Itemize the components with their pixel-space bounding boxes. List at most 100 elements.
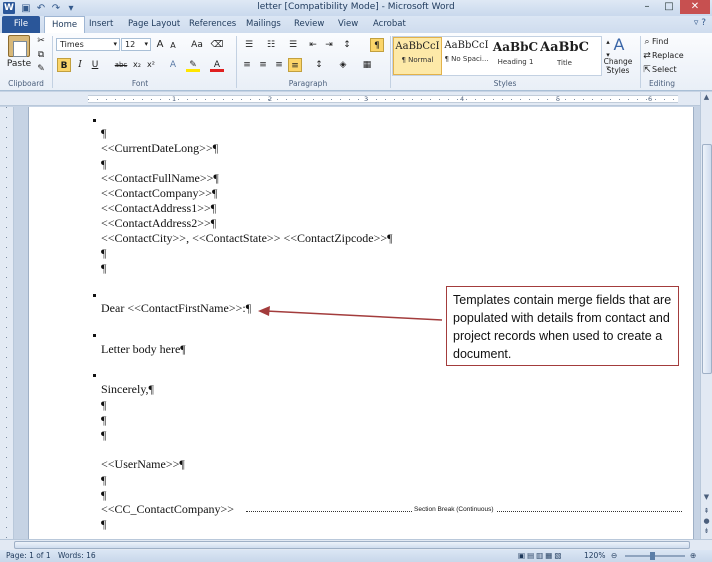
strikethrough-button[interactable]: abc bbox=[113, 58, 129, 72]
tab-insert[interactable]: Insert bbox=[89, 16, 113, 33]
change-styles-glyph-icon[interactable]: A bbox=[604, 36, 634, 54]
numbering-icon[interactable]: ☷ bbox=[262, 38, 280, 52]
zoom-slider[interactable] bbox=[625, 555, 685, 557]
tab-review[interactable]: Review bbox=[294, 16, 324, 33]
maximize-button[interactable]: □ bbox=[658, 0, 680, 14]
vertical-ruler[interactable] bbox=[0, 107, 14, 539]
zoom-slider-handle[interactable] bbox=[650, 552, 655, 560]
tab-acrobat[interactable]: Acrobat bbox=[373, 16, 406, 33]
word-count[interactable]: Words: 16 bbox=[58, 550, 96, 562]
doc-line[interactable]: ¶ bbox=[101, 398, 106, 413]
replace-button[interactable]: Replace bbox=[652, 50, 692, 62]
doc-line[interactable]: ¶ bbox=[101, 413, 106, 428]
style-title[interactable]: AaBbC Title bbox=[540, 37, 589, 75]
scroll-thumb[interactable] bbox=[702, 144, 712, 374]
bold-button[interactable]: B bbox=[57, 58, 71, 72]
merge-field-cc-contact-company[interactable]: <<CC_ContactCompany>> bbox=[101, 502, 234, 517]
cut-icon[interactable]: ✂ bbox=[36, 35, 46, 47]
horizontal-scrollbar[interactable] bbox=[0, 539, 712, 550]
show-formatting-button[interactable]: ¶ bbox=[370, 38, 384, 52]
highlight-icon[interactable]: ✎ bbox=[186, 58, 200, 72]
change-case-button[interactable]: Aa bbox=[188, 38, 206, 52]
decrease-indent-icon[interactable]: ⇤ bbox=[306, 38, 320, 52]
ruler-number: 5 bbox=[556, 95, 561, 103]
font-color-icon[interactable]: A bbox=[210, 58, 224, 72]
horizontal-ruler[interactable] bbox=[0, 92, 700, 106]
letter-body-line[interactable]: Letter body here¶ bbox=[101, 342, 186, 357]
zoom-out-icon[interactable]: ⊖ bbox=[611, 550, 617, 562]
font-size-field[interactable]: 12 ▾ bbox=[121, 38, 151, 51]
doc-line[interactable]: ¶ bbox=[101, 428, 106, 443]
ruler-number: 4 bbox=[460, 95, 465, 103]
closing-line[interactable]: Sincerely,¶ bbox=[101, 382, 154, 397]
style-heading-1[interactable]: AaBbC Heading 1 bbox=[491, 37, 540, 75]
doc-line[interactable]: ¶ bbox=[101, 261, 106, 276]
merge-field-contact-company[interactable]: <<ContactCompany>>¶ bbox=[101, 186, 218, 201]
style-no-spacing[interactable]: AaBbCcI ¶ No Spaci... bbox=[442, 37, 491, 75]
doc-line[interactable]: ¶ bbox=[101, 126, 106, 141]
superscript-button[interactable]: x² bbox=[145, 58, 157, 72]
find-icon: ⌕ bbox=[644, 37, 650, 47]
doc-line[interactable]: ¶ bbox=[101, 157, 106, 172]
change-styles-button[interactable]: Change Styles bbox=[600, 57, 636, 75]
bullets-icon[interactable]: ☰ bbox=[240, 38, 258, 52]
text-effects-icon[interactable]: A bbox=[166, 58, 180, 72]
doc-line[interactable]: ¶ bbox=[101, 488, 106, 503]
clear-formatting-icon[interactable]: ⌫ bbox=[210, 38, 224, 52]
scroll-down-icon[interactable]: ▼ bbox=[701, 492, 712, 503]
grow-font-button[interactable]: A bbox=[154, 38, 166, 52]
section-break: Section Break (Continuous) bbox=[246, 506, 682, 516]
format-painter-icon[interactable]: ✎ bbox=[36, 63, 46, 75]
borders-icon[interactable]: ▦ bbox=[358, 58, 376, 72]
minimize-button[interactable]: – bbox=[636, 0, 658, 14]
page-count[interactable]: Page: 1 of 1 bbox=[6, 550, 51, 562]
subscript-button[interactable]: x₂ bbox=[131, 58, 143, 72]
paste-button[interactable]: Paste bbox=[6, 58, 32, 70]
align-center-icon[interactable]: ≡ bbox=[256, 58, 270, 72]
document-area[interactable]: ¶ <<CurrentDateLong>>¶ ¶ <<ContactFullNa… bbox=[14, 107, 700, 539]
view-mode-icons[interactable]: ▣▤▥▦▧ bbox=[518, 550, 578, 562]
line-spacing-icon[interactable]: ↕ bbox=[310, 58, 328, 72]
align-right-icon[interactable]: ≡ bbox=[272, 58, 286, 72]
tab-file[interactable]: File bbox=[2, 16, 40, 33]
italic-button[interactable]: I bbox=[74, 58, 86, 72]
merge-field-current-date[interactable]: <<CurrentDateLong>>¶ bbox=[101, 141, 218, 156]
tab-page-layout[interactable]: Page Layout bbox=[128, 16, 180, 33]
scroll-up-icon[interactable]: ▲ bbox=[701, 92, 712, 103]
merge-field-user-name[interactable]: <<UserName>>¶ bbox=[101, 457, 185, 472]
shading-icon[interactable]: ◈ bbox=[334, 58, 352, 72]
merge-field-contact-address1[interactable]: <<ContactAddress1>>¶ bbox=[101, 201, 216, 216]
zoom-level[interactable]: 120% bbox=[584, 550, 605, 562]
next-page-icon[interactable]: ⇟ bbox=[701, 526, 712, 537]
multilevel-list-icon[interactable]: ☰ bbox=[284, 38, 302, 52]
doc-line[interactable]: ¶ bbox=[101, 517, 106, 532]
vertical-scrollbar[interactable]: ▲ ▼ ⇞ ● ⇟ bbox=[700, 92, 712, 539]
style-normal[interactable]: AaBbCcI ¶ Normal bbox=[393, 37, 442, 75]
zoom-in-icon[interactable]: ⊕ bbox=[690, 550, 696, 562]
doc-line[interactable]: ¶ bbox=[101, 246, 106, 261]
tab-view[interactable]: View bbox=[338, 16, 358, 33]
merge-field-city-state-zip[interactable]: <<ContactCity>>, <<ContactState>> <<Cont… bbox=[101, 231, 393, 246]
tab-home[interactable]: Home bbox=[44, 16, 86, 34]
copy-icon[interactable]: ⧉ bbox=[36, 49, 46, 61]
select-button[interactable]: Select bbox=[652, 64, 692, 76]
sort-icon[interactable]: ↕ bbox=[340, 38, 354, 52]
close-button[interactable]: ✕ bbox=[680, 0, 710, 14]
tab-mailings[interactable]: Mailings bbox=[246, 16, 281, 33]
merge-field-contact-full-name[interactable]: <<ContactFullName>>¶ bbox=[101, 171, 219, 186]
scroll-thumb[interactable] bbox=[14, 541, 690, 549]
increase-indent-icon[interactable]: ⇥ bbox=[322, 38, 336, 52]
underline-button[interactable]: U bbox=[89, 58, 101, 72]
merge-field-salutation[interactable]: Dear <<ContactFirstName>>:¶ bbox=[101, 301, 251, 316]
merge-field-contact-address2[interactable]: <<ContactAddress2>>¶ bbox=[101, 216, 216, 231]
align-left-icon[interactable]: ≡ bbox=[240, 58, 254, 72]
font-name-field[interactable]: Times ▾ bbox=[56, 38, 120, 51]
help-icon[interactable]: ▿ ? bbox=[694, 18, 706, 28]
tab-references[interactable]: References bbox=[189, 16, 236, 33]
find-button[interactable]: Find bbox=[652, 36, 692, 48]
paste-icon[interactable] bbox=[8, 35, 30, 57]
justify-icon[interactable]: ≡ bbox=[288, 58, 302, 72]
ruler-number: 2 bbox=[268, 95, 273, 103]
doc-line[interactable]: ¶ bbox=[101, 473, 106, 488]
shrink-font-button[interactable]: A bbox=[168, 39, 178, 53]
